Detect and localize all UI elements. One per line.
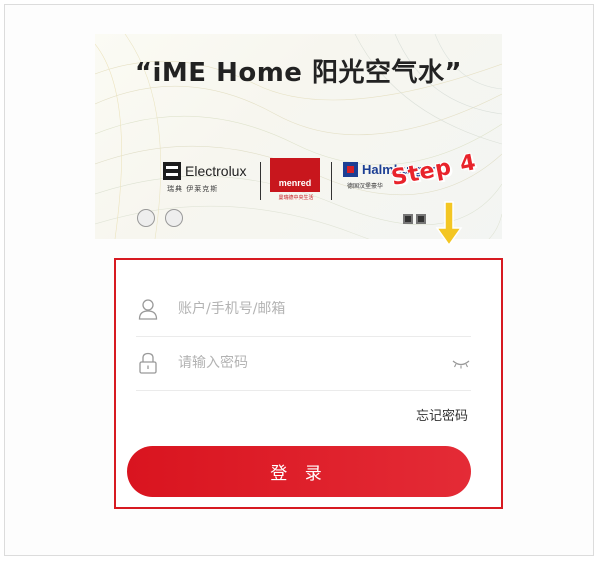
menred-logo: menred 曼瑞德中央生活	[270, 158, 322, 201]
forgot-password-link[interactable]: 忘记密码	[416, 405, 468, 424]
account-input[interactable]	[178, 301, 471, 317]
qr-codes	[403, 214, 426, 224]
certificate-badge-icon	[165, 209, 183, 227]
qr-code-icon	[416, 214, 426, 224]
certification-badges	[137, 209, 183, 227]
electrolux-logo: Electrolux 瑞典 伊莱克斯	[163, 162, 263, 194]
qr-code-icon	[403, 214, 413, 224]
login-form: 忘记密码 登 录	[114, 258, 503, 509]
menred-subtitle: 曼瑞德中央生活	[278, 195, 314, 201]
brand-divider	[331, 162, 332, 200]
menred-name: menred	[270, 158, 320, 192]
eye-closed-icon[interactable]	[451, 356, 471, 370]
lock-icon	[136, 351, 160, 375]
banner-title: “iME Home 阳光空气水”	[134, 58, 463, 88]
account-field	[136, 282, 471, 337]
halmburger-mark-icon	[343, 162, 358, 177]
electrolux-subtitle: 瑞典 伊莱克斯	[167, 185, 219, 193]
certificate-badge-icon	[137, 209, 155, 227]
brand-divider	[260, 162, 261, 200]
electrolux-name: Electrolux	[185, 163, 247, 179]
login-button[interactable]: 登 录	[127, 446, 471, 497]
password-field	[136, 336, 471, 391]
password-input[interactable]	[178, 355, 451, 371]
user-icon	[136, 297, 160, 321]
electrolux-mark-icon	[163, 162, 181, 180]
down-arrow-icon	[435, 201, 463, 247]
